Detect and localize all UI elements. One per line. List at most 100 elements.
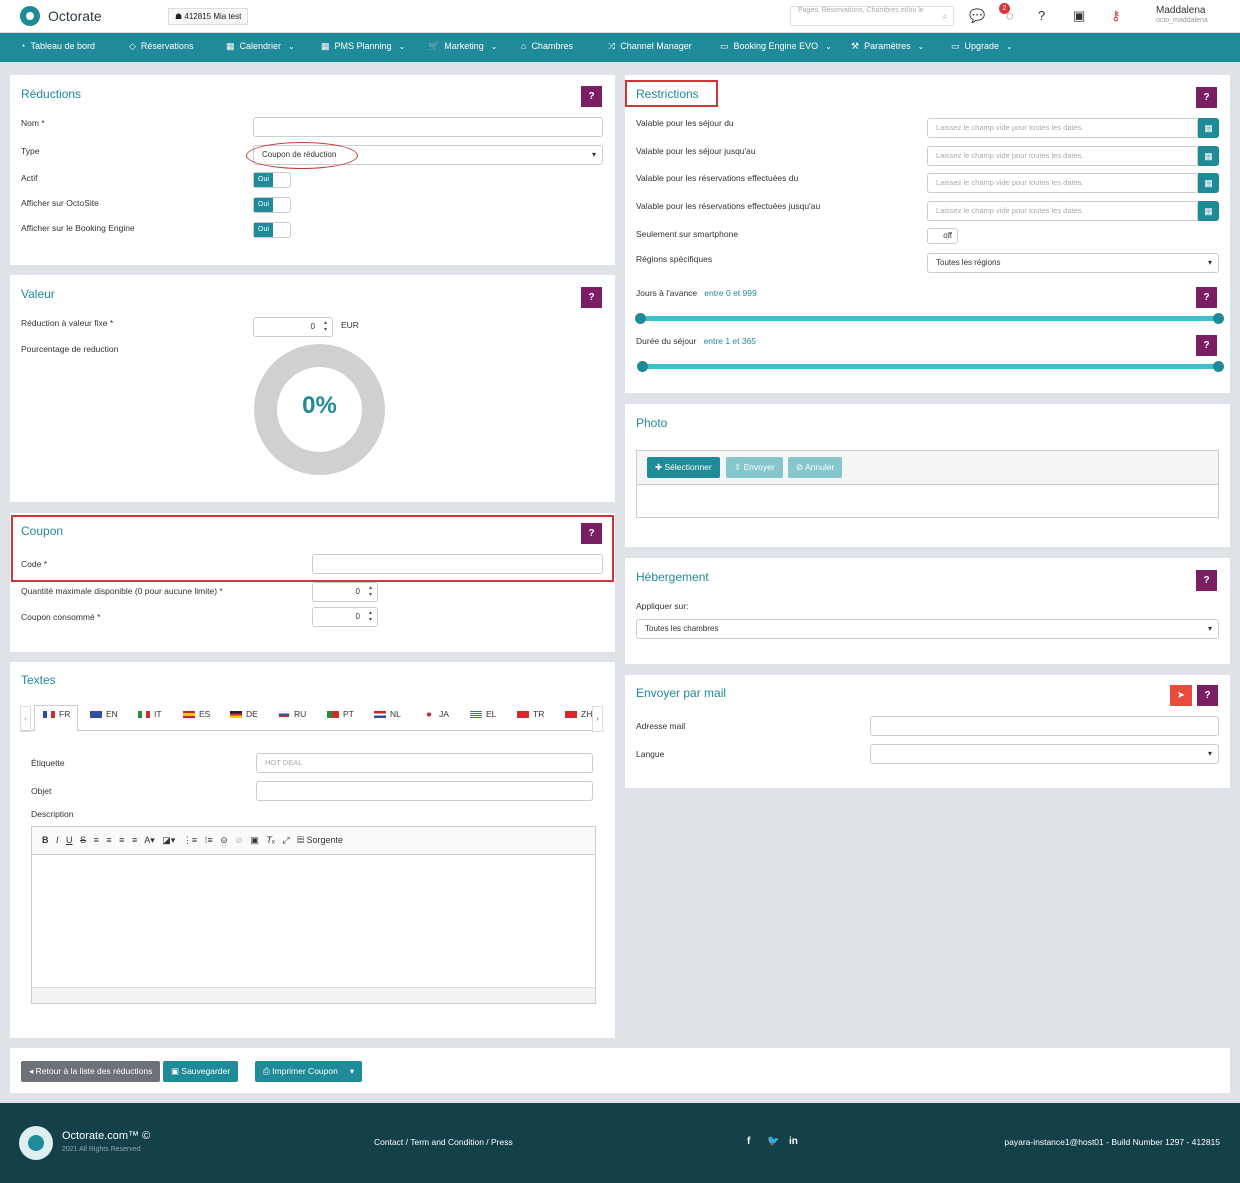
search-input[interactable]: Pages, Réservations, Chambres et/ou le ⌕ [790,6,954,26]
cancel-photo-button[interactable]: ⊘ Annuler [788,457,843,478]
advance-slider-min-handle[interactable] [635,313,646,324]
brand-logo[interactable]: Octorate [20,6,102,26]
help-circle-icon[interactable]: ? [1038,8,1045,23]
build-info: payara-instance1@host01 - Build Number 1… [1004,1137,1220,1147]
calendar-icon[interactable]: ▦ [1198,118,1219,138]
calendar-icon[interactable]: ▦ [1198,146,1219,166]
accommodation-help-button[interactable]: ? [1196,570,1217,591]
reductions-help-button[interactable]: ? [581,86,602,107]
align-left-icon[interactable]: ≡ [94,835,99,845]
nav-booking-engine[interactable]: ▭ Booking Engine EVO ⌄ [720,41,832,52]
nav-rooms[interactable]: ⌂ Chambres [521,41,573,51]
property-selector[interactable]: ☗ 412815 Mia test [168,8,249,25]
underline-icon[interactable]: U [66,835,73,845]
tab-pt[interactable]: PT [327,709,354,719]
tab-el[interactable]: EL [470,709,496,719]
justify-icon[interactable]: ≡ [132,835,137,845]
send-mail-help-button[interactable]: ? [1197,685,1218,706]
image-icon[interactable]: ▣ [250,835,259,845]
italic-icon[interactable]: I [56,835,59,845]
back-button[interactable]: ◂ Retour à la liste des réductions [21,1061,161,1082]
booking-from-input[interactable]: Laissez le champ vide pour toutes les da… [927,173,1198,193]
coupon-help-button[interactable]: ? [581,523,602,544]
strikethrough-icon[interactable]: S [80,835,86,845]
tabs-prev-arrow[interactable]: ‹ [20,706,31,732]
regions-select[interactable]: Toutes les régions [927,253,1219,273]
facebook-icon[interactable]: f [747,1136,750,1147]
quantity-stepper[interactable]: 0 [312,582,378,602]
rooms-select[interactable]: Toutes les chambres [636,619,1219,639]
consumed-stepper[interactable]: 0 [312,607,378,627]
nav-channel-manager[interactable]: ⤨ Channel Manager [608,41,692,52]
nav-settings[interactable]: ⚒ Paramètres ⌄ [851,41,924,52]
select-photo-button[interactable]: ✚ Sélectionner [647,457,720,478]
stay-help-button[interactable]: ? [1196,335,1217,356]
nav-pms-planning[interactable]: ▦ PMS Planning ⌄ [321,41,405,52]
fixed-value-input[interactable]: 0 [253,317,333,337]
tab-de[interactable]: DE [230,709,258,719]
twitter-icon[interactable]: 🐦 [767,1136,779,1147]
value-help-button[interactable]: ? [581,287,602,308]
background-color-icon[interactable]: ◪▾ [162,835,175,845]
tab-nl[interactable]: NL [374,709,401,719]
send-icon[interactable]: ➤ [1170,685,1192,706]
unlink-icon[interactable]: ⊘ [235,835,243,845]
octosite-toggle[interactable]: Oui [253,197,291,213]
stay-slider-max-handle[interactable] [1213,361,1224,372]
nav-upgrade[interactable]: ▭ Upgrade ⌄ [951,41,1013,52]
user-menu[interactable]: Maddalena octo_maddalena [1156,5,1208,24]
align-center-icon[interactable]: ≡ [106,835,111,845]
key-icon[interactable]: ⚷ [1111,8,1121,24]
upload-photo-button[interactable]: ⇪ Envoyer [726,457,783,478]
nav-dashboard[interactable]: ◔ Tableau de bord [20,41,95,51]
tab-en[interactable]: EN [90,709,118,719]
active-toggle[interactable]: Oui [253,172,291,188]
document-icon[interactable]: ▣ [1073,8,1085,24]
calendar-icon[interactable]: ▦ [1198,201,1219,221]
advance-slider-max-handle[interactable] [1213,313,1224,324]
source-button[interactable]: ▤ Sorgente [297,835,343,845]
fullscreen-icon[interactable]: ⤢ [282,835,289,845]
stay-slider-track[interactable] [641,364,1218,369]
tabs-next-arrow[interactable]: › [592,706,603,732]
footer-links[interactable]: Contact / Term and Condition / Press [374,1137,513,1147]
bold-icon[interactable]: B [42,835,49,845]
tab-it[interactable]: IT [138,709,162,719]
stay-from-input[interactable]: Laissez le champ vide pour toutes les da… [927,118,1198,138]
label-input[interactable]: HOT DEAL [256,753,593,773]
align-right-icon[interactable]: ≡ [119,835,124,845]
calendar-icon[interactable]: ▦ [1198,173,1219,193]
photo-upload-area[interactable] [636,450,1219,518]
nav-marketing[interactable]: 🛒 Marketing ⌄ [428,41,497,52]
text-color-icon[interactable]: A▾ [144,835,155,845]
clear-format-icon[interactable]: Tₓ [266,835,274,845]
linkedin-icon[interactable]: in [789,1136,798,1147]
tab-es[interactable]: ES [183,709,210,719]
chat-icon[interactable]: 💬 [969,8,985,24]
bullet-list-icon[interactable]: ⁝≡ [205,835,213,845]
booking-engine-toggle[interactable]: Oui [253,222,291,238]
coupon-code-input[interactable] [312,554,603,574]
smartphone-toggle[interactable]: off [927,228,958,244]
stay-slider-min-handle[interactable] [637,361,648,372]
object-input[interactable] [256,781,593,801]
language-select[interactable] [870,744,1219,764]
numbered-list-icon[interactable]: ⋮≡ [183,835,197,845]
tab-zh[interactable]: ZH [565,709,592,719]
email-field[interactable] [870,716,1219,736]
advance-slider-track[interactable] [641,316,1218,321]
name-input[interactable] [253,117,603,137]
link-icon[interactable]: ⊝ [220,835,228,845]
tab-tr[interactable]: TR [517,709,544,719]
stay-to-input[interactable]: Laissez le champ vide pour toutes les da… [927,146,1198,166]
print-coupon-button[interactable]: ⎙ Imprimer Coupon ▾ [255,1061,363,1082]
advance-help-button[interactable]: ? [1196,287,1217,308]
tab-fr[interactable]: FR [43,709,70,719]
tab-ru[interactable]: RU [278,709,306,719]
tab-ja[interactable]: JA [423,709,449,719]
save-button[interactable]: ▣ Sauvegarder [163,1061,239,1082]
nav-calendar[interactable]: ▦ Calendrier ⌄ [226,41,295,52]
restrictions-help-button[interactable]: ? [1196,87,1217,108]
booking-to-input[interactable]: Laissez le champ vide pour toutes les da… [927,201,1198,221]
nav-reservations[interactable]: ◇ Réservations [129,41,193,52]
